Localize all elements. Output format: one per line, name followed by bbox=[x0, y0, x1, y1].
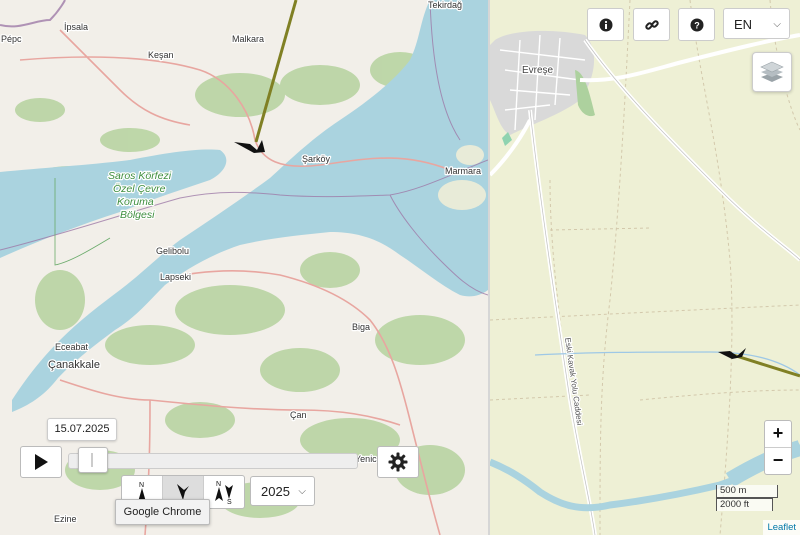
info-icon bbox=[599, 18, 612, 31]
label-lapseki: Lapseki bbox=[160, 272, 191, 282]
detail-map[interactable]: Evreşe Eski Kavak Yolu Caddesi ? EN ⌵ + … bbox=[490, 0, 800, 535]
label-eceabat: Eceabat bbox=[55, 342, 89, 352]
overview-map[interactable]: Tekirdağ Pépc İpsala Keşan Malkara Şarkö… bbox=[0, 0, 488, 535]
year-select[interactable]: 2025 ⌵ bbox=[250, 476, 315, 506]
marmara-island bbox=[438, 180, 486, 210]
label-ezine: Ezine bbox=[54, 514, 77, 524]
zoom-in-button[interactable]: + bbox=[765, 421, 791, 448]
reserve-label-line-3: Koruma bbox=[117, 196, 154, 208]
north-south-arrow-icon: N S bbox=[215, 481, 233, 505]
label-gelibolu: Gelibolu bbox=[156, 246, 189, 256]
label-malkara: Malkara bbox=[232, 34, 264, 44]
timeline-slider-handle[interactable] bbox=[77, 447, 108, 473]
reserve-label-line-1: Saros Körfezi bbox=[108, 170, 172, 182]
scale-metric: 500 m bbox=[716, 485, 778, 498]
label-evrese: Evreşe bbox=[522, 65, 554, 76]
label-pec: Pépc bbox=[1, 34, 22, 44]
label-kesan: Keşan bbox=[148, 50, 174, 60]
share-link-button[interactable] bbox=[633, 8, 670, 41]
chevron-down-icon: ⌵ bbox=[773, 19, 781, 30]
gear-icon bbox=[388, 452, 408, 472]
label-can: Çan bbox=[290, 410, 307, 420]
layers-button[interactable] bbox=[752, 52, 792, 92]
reserve-label-line-2: Özel Çevre bbox=[113, 183, 166, 195]
label-sarkoy: Şarköy bbox=[302, 154, 331, 164]
question-icon: ? bbox=[690, 18, 703, 31]
year-select-value: 2025 bbox=[261, 484, 290, 499]
scale-imperial: 2000 ft bbox=[716, 498, 773, 511]
language-select[interactable]: EN ⌵ bbox=[723, 8, 790, 39]
label-ipsala: İpsala bbox=[64, 22, 88, 32]
label-marmara: Marmara bbox=[445, 166, 481, 176]
label-tekirdag: Tekirdağ bbox=[428, 0, 462, 10]
link-icon bbox=[644, 19, 659, 30]
svg-text:S: S bbox=[227, 499, 232, 505]
svg-text:?: ? bbox=[694, 20, 700, 30]
timeline-slider[interactable] bbox=[68, 453, 358, 469]
label-biga: Biga bbox=[352, 322, 370, 332]
reserve-label-line-4: Bölgesi bbox=[120, 209, 155, 221]
help-button[interactable]: ? bbox=[678, 8, 715, 41]
language-select-value: EN bbox=[734, 17, 753, 32]
current-date-label: 15.07.2025 bbox=[47, 418, 117, 441]
zoom-out-button[interactable]: − bbox=[765, 448, 791, 474]
attribution-link[interactable]: Leaflet bbox=[763, 520, 800, 535]
layers-icon bbox=[760, 61, 784, 82]
svg-text:N: N bbox=[216, 481, 221, 488]
play-icon bbox=[35, 454, 48, 470]
label-canakkale: Çanakkale bbox=[48, 359, 100, 371]
chevron-down-icon: ⌵ bbox=[298, 486, 306, 497]
svg-text:N: N bbox=[139, 482, 144, 489]
zoom-control: + − bbox=[764, 420, 792, 475]
info-button[interactable] bbox=[587, 8, 624, 41]
orient-north-south-button[interactable]: N S bbox=[204, 476, 244, 508]
settings-button[interactable] bbox=[377, 446, 419, 478]
window-tooltip: Google Chrome bbox=[115, 499, 210, 525]
play-button[interactable] bbox=[20, 446, 62, 478]
